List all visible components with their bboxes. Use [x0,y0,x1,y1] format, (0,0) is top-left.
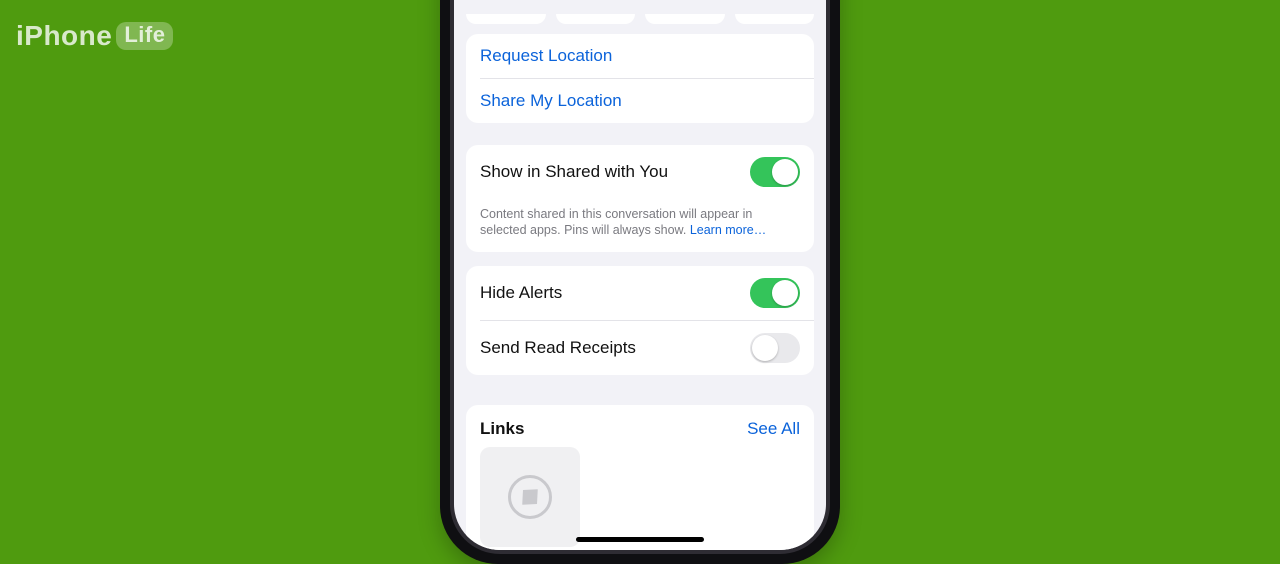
watermark-brand: iPhone [16,20,112,52]
links-group: Links See All [466,405,814,550]
home-indicator[interactable] [576,537,704,542]
watermark-pill: Life [116,22,173,50]
read-receipts-label: Send Read Receipts [480,338,636,358]
read-receipts-row: Send Read Receipts [466,321,814,375]
request-location-row[interactable]: Request Location [466,34,814,78]
alerts-group: Hide Alerts Send Read Receipts [466,266,814,375]
links-title: Links [480,419,524,439]
request-location-label: Request Location [480,46,612,66]
safari-icon [508,475,552,519]
hide-alerts-row: Hide Alerts [466,266,814,320]
action-chip[interactable] [645,14,725,24]
read-receipts-toggle[interactable] [750,333,800,363]
phone-frame: Request Location Share My Location Show … [440,0,840,564]
watermark-logo: iPhone Life [16,20,173,52]
shared-with-you-label: Show in Shared with You [480,162,668,182]
shared-with-you-toggle[interactable] [750,157,800,187]
see-all-link[interactable]: See All [747,419,800,439]
location-actions-group: Request Location Share My Location [466,34,814,123]
hide-alerts-toggle[interactable] [750,278,800,308]
learn-more-link[interactable]: Learn more… [690,223,766,237]
phone-screen: Request Location Share My Location Show … [454,0,826,550]
hide-alerts-label: Hide Alerts [480,283,562,303]
link-thumbnail[interactable] [480,447,580,547]
shared-with-you-footer: Content shared in this conversation will… [466,199,814,252]
share-location-row[interactable]: Share My Location [466,79,814,123]
action-chips-row [466,14,814,24]
share-location-label: Share My Location [480,91,622,111]
action-chip[interactable] [735,14,815,24]
action-chip[interactable] [556,14,636,24]
action-chip[interactable] [466,14,546,24]
shared-with-you-group: Show in Shared with You Content shared i… [466,145,814,252]
shared-with-you-row: Show in Shared with You [466,145,814,199]
